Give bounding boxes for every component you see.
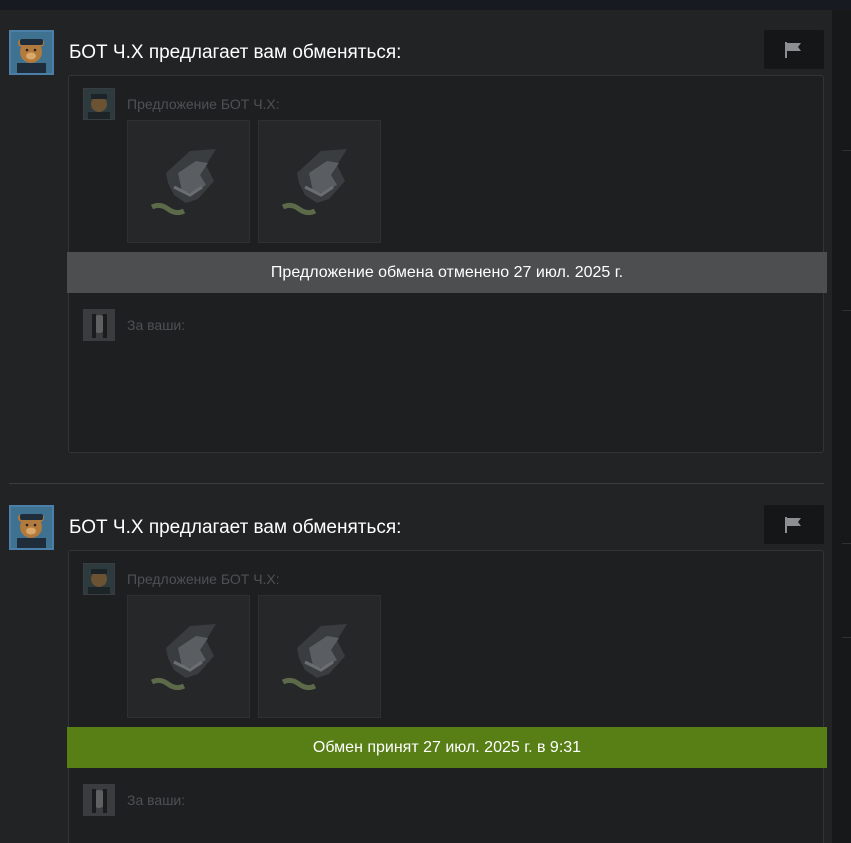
report-button[interactable] [764,505,824,544]
trade-item[interactable] [127,120,250,243]
report-button[interactable] [764,30,824,69]
offer-status-cancelled: Предложение обмена отменено 27 июл. 2025… [67,252,827,293]
flag-icon [785,516,801,533]
offer-box: Предложение БОТ Ч.Х: За ваши: [68,550,824,843]
offer-status-accepted: Обмен принят 27 июл. 2025 г. в 9:31 [67,727,827,768]
bot-small-avatar [83,563,115,595]
user-avatar-icon [84,785,114,815]
user-small-avatar [83,784,115,816]
your-items-label: За ваши: [127,317,186,333]
flag-icon [785,41,801,58]
bot-avatar[interactable] [9,505,54,550]
bot-avatar[interactable] [9,30,54,75]
their-offer-label: Предложение БОТ Ч.Х: [127,571,280,587]
trade-item[interactable] [127,595,250,718]
wolf-logo-icon [150,624,216,691]
bear-avatar-icon [84,89,114,119]
bear-avatar-icon [84,564,114,594]
their-offer-label: Предложение БОТ Ч.Х: [127,96,280,112]
offer-divider [9,483,824,484]
wolf-logo-icon [150,149,216,216]
wolf-logo-icon [281,624,347,691]
bot-small-avatar [83,88,115,120]
your-items-label: За ваши: [127,792,186,808]
trade-item[interactable] [258,120,381,243]
trade-item[interactable] [258,595,381,718]
top-bar [0,0,851,10]
bear-avatar-icon [11,32,52,73]
offer-title: БОТ Ч.Х предлагает вам обменяться: [69,517,402,538]
wolf-logo-icon [281,149,347,216]
user-small-avatar [83,309,115,341]
offer-title: БОТ Ч.Х предлагает вам обменяться: [69,42,402,63]
sidebar-toggle-handle[interactable] [832,10,851,843]
user-avatar-icon [84,310,114,340]
bear-avatar-icon [11,507,52,548]
